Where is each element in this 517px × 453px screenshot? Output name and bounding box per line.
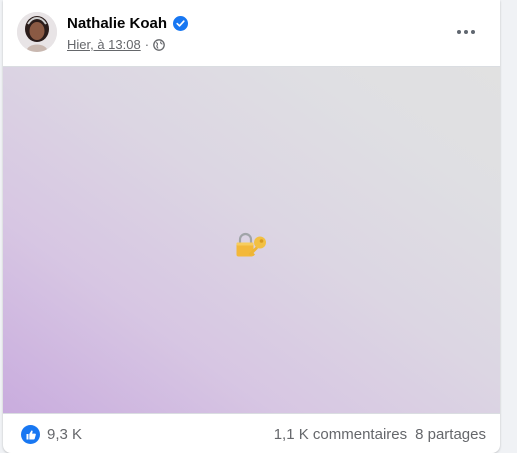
post-meta: Hier, à 13:08 · (67, 37, 165, 52)
post-stats: 1,1 K commentaires 8 partages (274, 426, 486, 443)
post-footer: 9,3 K 1,1 K commentaires 8 partages (3, 412, 500, 453)
post-timestamp[interactable]: Hier, à 13:08 (67, 37, 141, 52)
comments-count[interactable]: 1,1 K commentaires (274, 426, 407, 443)
globe-icon[interactable] (153, 38, 165, 51)
post-card: Nathalie Koah Hier, à 13:08 · 9,3 K 1,1 … (3, 0, 500, 453)
author-name-text[interactable]: Nathalie Koah (67, 15, 167, 32)
verified-badge-icon (173, 16, 189, 31)
more-options-icon[interactable] (450, 18, 482, 46)
like-reaction-icon[interactable] (21, 425, 40, 444)
more-dot (464, 30, 468, 34)
shares-count[interactable]: 8 partages (415, 426, 486, 443)
post-media[interactable] (3, 66, 500, 414)
post-header: Nathalie Koah Hier, à 13:08 · (3, 0, 500, 66)
reaction-count[interactable]: 9,3 K (47, 426, 82, 443)
meta-separator: · (144, 37, 150, 52)
more-dot (457, 30, 461, 34)
more-dot (471, 30, 475, 34)
locked-with-key-icon (234, 232, 270, 262)
author-avatar[interactable] (17, 12, 57, 52)
author-name[interactable]: Nathalie Koah (67, 15, 189, 32)
